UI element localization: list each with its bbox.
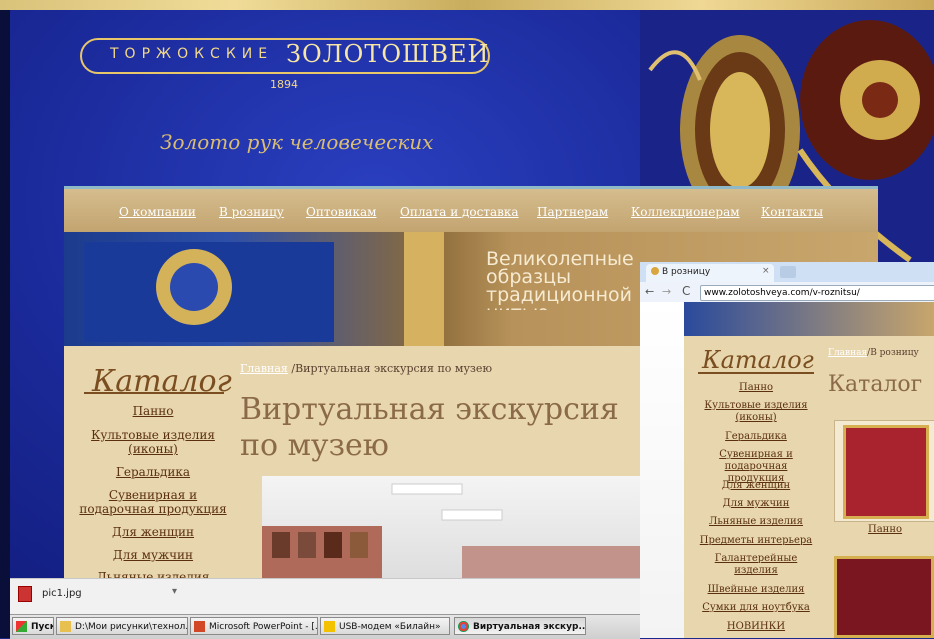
w2-product-thumb[interactable]: [834, 420, 934, 522]
taskbar-browser-button[interactable]: Виртуальная экскур...: [454, 617, 586, 635]
breadcrumb: Главная /Виртуальная экскурсия по музею: [240, 362, 492, 375]
w2-product-thumb-2[interactable]: [834, 556, 934, 638]
tagline: Золото рук человеческих: [160, 130, 434, 154]
windows-logo-icon: [16, 621, 27, 632]
w2-catalog-item-panels[interactable]: Панно: [698, 382, 814, 394]
left-edge: [0, 10, 10, 638]
tab-label: В розницу: [662, 267, 711, 277]
catalog-item-icons[interactable]: Культовые изделия (иконы): [78, 428, 228, 456]
w2-catalog-item-new[interactable]: НОВИНКИ: [698, 621, 814, 633]
w2-catalog-item-linen[interactable]: Льняные изделия: [698, 516, 814, 528]
forward-arrow-icon[interactable]: →: [662, 285, 671, 298]
chrome-icon: [458, 621, 469, 632]
logo-text-1: ТОРЖОКСКИЕ: [110, 46, 274, 62]
w2-catalog-item-icons[interactable]: Культовые изделия (иконы): [698, 400, 814, 424]
catalog-divider: [84, 392, 224, 394]
powerpoint-icon: [194, 621, 205, 632]
w2-catalog-item-interior[interactable]: Предметы интерьера: [698, 535, 814, 547]
taskbar-explorer-button[interactable]: D:\Мои рисунки\технол...: [56, 617, 188, 635]
logo-year: 1894: [270, 78, 298, 91]
w2-breadcrumb-home-link[interactable]: Главная: [828, 348, 867, 358]
w2-breadcrumb-current: /В розницу: [867, 348, 919, 358]
taskbar-powerpoint-label: Microsoft PowerPoint - [...: [209, 622, 318, 632]
catalog-item-souvenirs[interactable]: Сувенирная и подарочная продукция: [78, 488, 228, 516]
back-arrow-icon[interactable]: ←: [645, 285, 654, 298]
menu-item-contacts[interactable]: Контакты: [761, 205, 823, 219]
page-title: Виртуальная экскурсия по музею: [240, 392, 619, 463]
taskbar-modem-label: USB-модем «Билайн»: [339, 622, 441, 632]
w2-breadcrumb: Главная/В розницу: [828, 348, 919, 358]
w2-product-caption[interactable]: Панно: [868, 524, 902, 535]
menu-item-collectors[interactable]: Коллекционерам: [631, 205, 740, 219]
window2-banner: [684, 302, 934, 336]
museum-photo: [262, 476, 640, 586]
menu-item-wholesale[interactable]: Оптовикам: [306, 205, 376, 219]
menu-item-partners[interactable]: Партнерам: [537, 205, 608, 219]
menu-item-payment[interactable]: Оплата и доставка: [400, 205, 519, 219]
download-filename: pic1.jpg: [42, 588, 82, 599]
logo-text-2: ЗОЛОТОШВЕИ: [286, 40, 490, 68]
modem-icon: [324, 621, 335, 632]
w2-heading: Каталог: [828, 372, 923, 397]
tab-retail[interactable]: В розницу ×: [646, 264, 774, 282]
window2-catalog-divider: [698, 372, 814, 374]
embroidered-panel-image: [843, 425, 929, 519]
folder-icon: [60, 621, 71, 632]
start-label: Пуск: [31, 622, 54, 632]
w2-catalog-item-haberdashery[interactable]: Галантерейные изделия: [698, 553, 814, 577]
taskbar-powerpoint-button[interactable]: Microsoft PowerPoint - [...: [190, 617, 318, 635]
taskbar-browser-label: Виртуальная экскур...: [473, 622, 586, 632]
start-button[interactable]: Пуск: [12, 617, 54, 635]
catalog-item-panels[interactable]: Панно: [78, 404, 228, 418]
banner-text: Великолепные образцы традиционной нитью: [486, 250, 634, 310]
w2-catalog-item-laptop-bags[interactable]: Сумки для ноутбука: [698, 602, 814, 614]
catalog-item-men[interactable]: Для мужчин: [78, 548, 228, 562]
download-item[interactable]: pic1.jpg ▾: [14, 584, 180, 606]
new-tab-button[interactable]: [780, 266, 796, 278]
taskbar-explorer-label: D:\Мои рисунки\технол...: [75, 622, 188, 632]
taskbar-modem-button[interactable]: USB-модем «Билайн»: [320, 617, 450, 635]
page-left-blank: [640, 302, 684, 638]
url-input[interactable]: www.zolotoshveya.com/v-roznitsu/: [700, 285, 934, 301]
w2-catalog-item-women[interactable]: Для женщин: [698, 480, 814, 492]
w2-catalog-item-sewing[interactable]: Швейные изделия: [698, 584, 814, 596]
image-file-icon: [18, 586, 32, 602]
w2-catalog-item-heraldry[interactable]: Геральдика: [698, 431, 814, 443]
catalog-item-women[interactable]: Для женщин: [78, 525, 228, 539]
url-text: www.zolotoshveya.com/v-roznitsu/: [704, 288, 860, 298]
catalog-item-linen[interactable]: Льняные изделия: [78, 570, 228, 578]
chevron-down-icon[interactable]: ▾: [172, 586, 177, 597]
catalog-item-heraldry[interactable]: Геральдика: [78, 465, 228, 479]
site-logo[interactable]: ТОРЖОКСКИЕ ЗОЛОТОШВЕИ 1894: [80, 28, 490, 94]
menu-item-about[interactable]: О компании: [119, 205, 196, 219]
window2-catalog-title: Каталог: [702, 346, 814, 374]
top-gold-strip: [0, 0, 934, 10]
w2-catalog-item-men[interactable]: Для мужчин: [698, 498, 814, 510]
top-menu: О компании В розницу Оптовикам Оплата и …: [64, 186, 878, 232]
favicon-icon: [651, 267, 659, 275]
reload-icon[interactable]: C: [682, 284, 690, 298]
close-tab-icon[interactable]: ×: [762, 266, 770, 276]
breadcrumb-home-link[interactable]: Главная: [240, 362, 288, 375]
breadcrumb-current: /Виртуальная экскурсия по музею: [291, 362, 493, 375]
menu-item-retail[interactable]: В розницу: [219, 205, 284, 219]
